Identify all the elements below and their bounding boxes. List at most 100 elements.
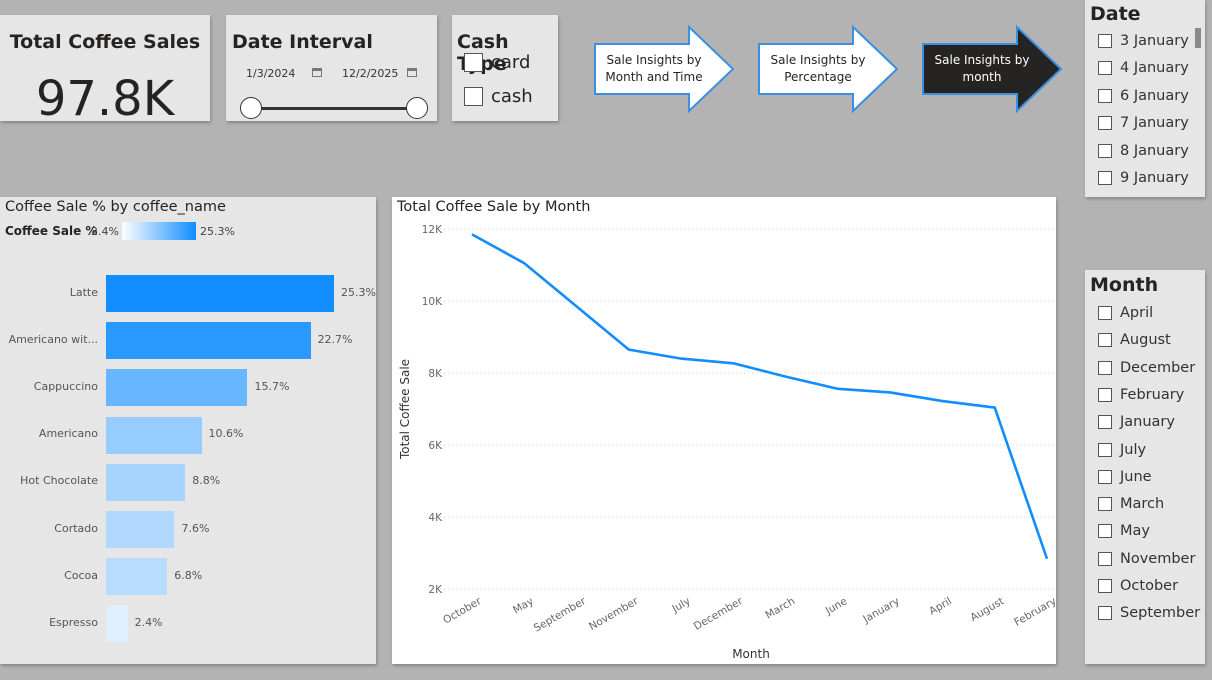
coffee-sale-percentage-chart: Coffee Sale % by coffee_name Coffee Sale… bbox=[0, 197, 376, 664]
checkbox[interactable] bbox=[1098, 116, 1112, 131]
month-slicer-item[interactable]: May bbox=[1098, 523, 1150, 539]
bar-category-label: Cortado bbox=[54, 521, 98, 535]
bar-data-label: 2.4% bbox=[134, 615, 163, 629]
month-slicer-item[interactable]: August bbox=[1098, 332, 1171, 348]
scrollbar[interactable] bbox=[1195, 28, 1201, 48]
start-date-input[interactable]: 1/3/2024 bbox=[246, 67, 295, 80]
date-slicer-item[interactable]: 6 January bbox=[1098, 88, 1189, 104]
cash-type-slicer: Cash Type card cash bbox=[452, 15, 558, 121]
checkbox[interactable] bbox=[1098, 171, 1112, 185]
checkbox[interactable] bbox=[1098, 579, 1112, 593]
date-slicer-item-label: 9 January bbox=[1120, 170, 1189, 186]
checkbox[interactable] bbox=[1098, 606, 1112, 621]
bar[interactable] bbox=[106, 558, 168, 596]
series-line[interactable] bbox=[471, 233, 1049, 560]
x-tick-label: September bbox=[532, 595, 589, 635]
checkbox[interactable] bbox=[1098, 143, 1112, 158]
month-slicer-item[interactable]: July bbox=[1098, 442, 1146, 458]
nav-button-label: Sale Insights by month bbox=[934, 53, 1030, 84]
nav-button-label: Sale Insights by Percentage bbox=[770, 53, 866, 84]
month-slicer-item-label: March bbox=[1120, 496, 1165, 513]
range-slider-end-handle[interactable] bbox=[406, 97, 428, 119]
x-tick-label: November bbox=[587, 595, 641, 633]
checkbox[interactable] bbox=[1098, 551, 1112, 566]
checkbox[interactable] bbox=[464, 53, 483, 72]
kpi-value: 97.8K bbox=[35, 71, 175, 127]
calendar-icon[interactable] bbox=[407, 68, 417, 77]
bar-data-label: 8.8% bbox=[192, 474, 221, 488]
date-slicer-item[interactable]: 3 January bbox=[1098, 33, 1189, 49]
checkbox[interactable] bbox=[1098, 497, 1112, 512]
date-slicer-item[interactable]: 8 January bbox=[1098, 143, 1189, 159]
x-tick-label: February bbox=[1012, 595, 1056, 629]
x-tick-label: July bbox=[669, 595, 692, 615]
bar[interactable] bbox=[106, 322, 311, 360]
month-slicer-item[interactable]: December bbox=[1098, 360, 1195, 376]
bar[interactable] bbox=[106, 511, 175, 548]
checkbox[interactable] bbox=[1098, 61, 1112, 76]
month-slicer-item-label: September bbox=[1120, 605, 1201, 622]
bar-data-label: 15.7% bbox=[254, 379, 290, 393]
legend-gradient bbox=[122, 222, 196, 240]
bar[interactable] bbox=[106, 463, 186, 501]
cash-type-option-cash[interactable]: cash bbox=[464, 86, 533, 107]
checkbox[interactable] bbox=[1098, 387, 1112, 402]
bar[interactable] bbox=[106, 369, 248, 407]
end-date-input[interactable]: 12/2/2025 bbox=[342, 67, 398, 80]
bar-data-label: 7.6% bbox=[181, 521, 210, 535]
y-tick-label: 2K bbox=[428, 584, 443, 596]
date-interval-slicer: Date Interval 1/3/2024 12/2/2025 bbox=[226, 15, 437, 121]
checkbox[interactable] bbox=[1098, 333, 1112, 348]
calendar-icon[interactable] bbox=[312, 68, 322, 77]
nav-button-percentage[interactable]: Sale Insights by Percentage bbox=[756, 24, 900, 114]
nav-button-month-and-time[interactable]: Sale Insights by Month and Time bbox=[592, 24, 736, 114]
date-slicer-item-label: 8 January bbox=[1120, 142, 1189, 159]
checkbox[interactable] bbox=[1098, 306, 1112, 320]
bar[interactable] bbox=[106, 275, 334, 312]
checkbox[interactable] bbox=[1098, 34, 1112, 48]
date-slicer-item[interactable]: 9 January bbox=[1098, 170, 1189, 186]
x-tick-label: January bbox=[860, 595, 901, 626]
bar[interactable] bbox=[106, 416, 202, 454]
month-slicer: Month April August December February January… bbox=[1085, 270, 1205, 664]
month-slicer-item-label: October bbox=[1120, 578, 1179, 594]
nav-button-label: Sale Insights by Month and Time bbox=[605, 53, 703, 84]
line-chart-plot: 2K 4K 6K 8K 10K 12K October MaySeptemberNovembe… bbox=[398, 224, 1056, 661]
month-slicer-item[interactable]: April bbox=[1098, 305, 1153, 321]
x-tick-label: June bbox=[823, 595, 850, 617]
date-slicer-item[interactable]: 4 January bbox=[1098, 60, 1189, 76]
bar-data-label: 10.6% bbox=[208, 427, 244, 441]
y-tick-label: 4K bbox=[428, 512, 443, 524]
bar[interactable] bbox=[106, 605, 128, 643]
checkbox[interactable] bbox=[1098, 469, 1112, 484]
date-slicer: Date 3 January 4 January 6 January 7 Januar… bbox=[1085, 0, 1205, 197]
bar-category-label: Cocoa bbox=[64, 568, 98, 582]
checkbox[interactable] bbox=[1098, 415, 1112, 430]
checkbox[interactable] bbox=[1098, 88, 1112, 103]
legend-max: 25.3% bbox=[200, 225, 235, 238]
month-slicer-item-label: February bbox=[1120, 386, 1185, 403]
kpi-title: Total Coffee Sales bbox=[9, 31, 201, 53]
range-slider-start-handle[interactable] bbox=[240, 97, 262, 119]
y-axis-label: Total Coffee Sale bbox=[398, 359, 412, 460]
month-slicer-item[interactable]: January bbox=[1098, 414, 1175, 430]
checkbox[interactable] bbox=[1098, 442, 1112, 457]
nav-button-month[interactable]: Sale Insights by month bbox=[920, 24, 1064, 114]
month-slicer-item-label: July bbox=[1120, 441, 1147, 458]
month-slicer-item[interactable]: February bbox=[1098, 387, 1184, 403]
month-slicer-item[interactable]: November bbox=[1098, 551, 1195, 567]
date-slicer-item-label: 4 January bbox=[1120, 60, 1189, 77]
option-label: card bbox=[491, 52, 531, 73]
bar-category-label: Americano bbox=[38, 427, 98, 441]
checkbox[interactable] bbox=[1098, 360, 1112, 375]
checkbox[interactable] bbox=[1098, 524, 1112, 539]
month-slicer-item[interactable]: June bbox=[1098, 469, 1152, 485]
checkbox[interactable] bbox=[464, 87, 483, 106]
month-slicer-item[interactable]: October bbox=[1098, 578, 1178, 594]
month-slicer-item[interactable]: September bbox=[1098, 605, 1200, 621]
bar-data-label: 22.7% bbox=[317, 332, 353, 346]
month-slicer-item[interactable]: March bbox=[1098, 496, 1164, 512]
cash-type-option-card[interactable]: card bbox=[464, 52, 530, 73]
date-slicer-item[interactable]: 7 January bbox=[1098, 115, 1189, 131]
range-slider-track[interactable] bbox=[252, 107, 418, 110]
